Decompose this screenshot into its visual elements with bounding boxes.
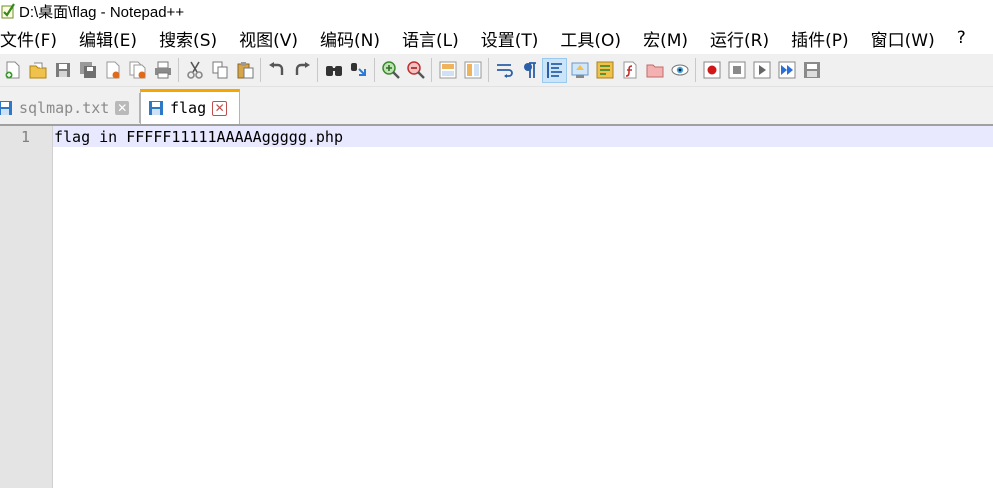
menu-macro[interactable]: 宏(M) [632, 26, 699, 51]
menu-language[interactable]: 语言(L) [391, 26, 470, 51]
tab-flag[interactable]: flag ✕ [140, 89, 240, 124]
menu-search[interactable]: 搜索(S) [148, 26, 228, 51]
sync-horizontal-icon[interactable] [460, 58, 485, 83]
menu-settings[interactable]: 设置(T) [470, 26, 550, 51]
word-wrap-icon[interactable] [492, 58, 517, 83]
menu-help[interactable]: ? [946, 28, 977, 48]
text-editor[interactable]: flag in FFFFF11111AAAAAggggg.php [53, 126, 993, 488]
menu-window[interactable]: 窗口(W) [860, 26, 946, 51]
line-number-gutter: 1 [0, 126, 53, 488]
show-all-chars-icon[interactable] [517, 58, 542, 83]
indent-guide-icon[interactable] [542, 57, 567, 83]
save-macro-icon[interactable] [799, 58, 824, 83]
undo-icon[interactable] [264, 58, 289, 83]
menu-edit[interactable]: 编辑(E) [68, 26, 148, 51]
saved-file-icon [148, 99, 164, 117]
open-file-icon[interactable] [25, 58, 50, 83]
toolbar-separator [374, 58, 375, 82]
menu-plugins[interactable]: 插件(P) [780, 26, 860, 51]
close-icon[interactable] [100, 58, 125, 83]
tab-sqlmap[interactable]: sqlmap.txt ✕ [0, 93, 140, 123]
toolbar-separator [260, 58, 261, 82]
menu-view[interactable]: 视图(V) [228, 26, 309, 51]
toolbar-separator [431, 58, 432, 82]
saved-file-icon [0, 99, 13, 117]
zoom-out-icon[interactable] [403, 58, 428, 83]
menu-file[interactable]: 文件(F) [0, 26, 68, 51]
save-icon[interactable] [50, 58, 75, 83]
menu-run[interactable]: 运行(R) [699, 26, 780, 51]
folder-as-workspace-icon[interactable] [567, 58, 592, 83]
toolbar-separator [317, 58, 318, 82]
cut-icon[interactable] [182, 58, 207, 83]
sync-vertical-icon[interactable] [435, 58, 460, 83]
toolbar-separator [695, 58, 696, 82]
tab-close-icon[interactable]: ✕ [115, 101, 130, 115]
play-macro-icon[interactable] [749, 58, 774, 83]
editor-line: flag in FFFFF11111AAAAAggggg.php [54, 128, 343, 146]
folder-icon[interactable] [642, 58, 667, 83]
toolbar-separator [488, 58, 489, 82]
save-all-icon[interactable] [75, 58, 100, 83]
record-macro-icon[interactable] [699, 58, 724, 83]
new-file-icon[interactable] [0, 58, 25, 83]
tab-close-icon[interactable]: ✕ [212, 100, 228, 116]
window-title: D:\桌面\flag - Notepad++ [19, 3, 185, 21]
tab-bar: sqlmap.txt ✕ flag ✕ [0, 87, 993, 126]
tab-label: sqlmap.txt [19, 99, 110, 117]
print-icon[interactable] [150, 58, 175, 83]
notepad-plus-plus-icon [1, 3, 15, 19]
menu-encoding[interactable]: 编码(N) [309, 26, 391, 51]
zoom-in-icon[interactable] [378, 58, 403, 83]
menu-bar: 文件(F) 编辑(E) 搜索(S) 视图(V) 编码(N) 语言(L) 设置(T… [0, 24, 993, 52]
toolbar [0, 54, 993, 87]
paste-icon[interactable] [232, 58, 257, 83]
redo-icon[interactable] [289, 58, 314, 83]
doc-map-icon[interactable] [592, 58, 617, 83]
close-all-icon[interactable] [125, 58, 150, 83]
find-icon[interactable] [321, 58, 346, 83]
run-macro-multiple-icon[interactable] [774, 58, 799, 83]
copy-icon[interactable] [207, 58, 232, 83]
title-bar: D:\桌面\flag - Notepad++ [0, 0, 993, 22]
function-list-icon[interactable] [617, 58, 642, 83]
menu-tools[interactable]: 工具(O) [549, 26, 632, 51]
stop-record-icon[interactable] [724, 58, 749, 83]
replace-icon[interactable] [346, 58, 371, 83]
line-number: 1 [20, 128, 30, 146]
monitoring-icon[interactable] [667, 58, 692, 83]
toolbar-separator [178, 58, 179, 82]
tab-label: flag [170, 99, 207, 117]
